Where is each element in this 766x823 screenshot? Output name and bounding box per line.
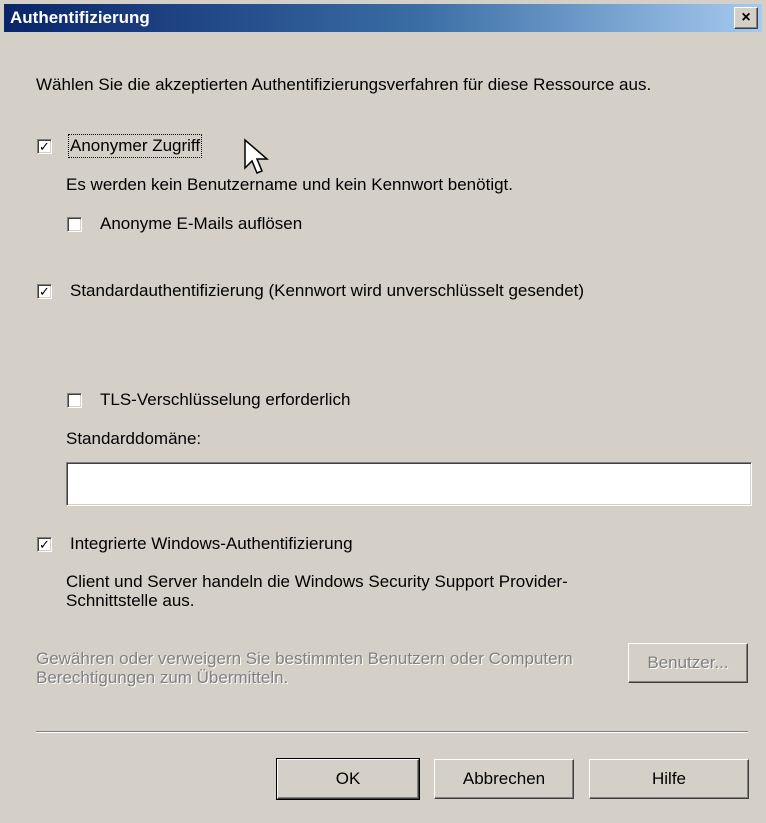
- close-icon: ×: [741, 9, 751, 26]
- authentication-dialog: Authentifizierung × Wählen Sie die akzep…: [0, 0, 766, 823]
- close-button[interactable]: ×: [734, 7, 758, 29]
- help-button[interactable]: Hilfe: [589, 759, 749, 799]
- separator: [36, 731, 748, 733]
- permissions-text: Gewähren oder verweigern Sie bestimmten …: [36, 649, 573, 687]
- dialog-title: Authentifizierung: [10, 8, 150, 27]
- basic-auth-label[interactable]: Standardauthentifizierung (Kennwort wird…: [70, 281, 584, 301]
- checkmark-icon: ✓: [39, 139, 50, 154]
- ok-button[interactable]: OK: [276, 758, 420, 800]
- default-domain-input[interactable]: [66, 462, 752, 506]
- title-bar[interactable]: Authentifizierung ×: [4, 4, 762, 32]
- arrow-cursor-icon: [244, 138, 270, 174]
- tls-required-label[interactable]: TLS-Verschlüsselung erforderlich: [100, 390, 350, 410]
- windows-auth-label[interactable]: Integrierte Windows-Authentifizierung: [70, 534, 353, 554]
- cancel-button[interactable]: Abbrechen: [434, 759, 574, 799]
- windows-auth-description: Client und Server handeln die Windows Se…: [66, 572, 568, 610]
- basic-auth-checkbox[interactable]: ✓: [37, 284, 52, 299]
- resolve-anonymous-emails-label[interactable]: Anonyme E-Mails auflösen: [100, 214, 302, 234]
- intro-text: Wählen Sie die akzeptierten Authentifizi…: [36, 75, 652, 94]
- windows-auth-checkbox[interactable]: ✓: [37, 537, 52, 552]
- anonymous-access-checkbox[interactable]: ✓: [37, 139, 52, 154]
- anonymous-access-label[interactable]: Anonymer Zugriff: [67, 134, 203, 158]
- users-button[interactable]: Benutzer...: [628, 643, 748, 683]
- resolve-anonymous-emails-checkbox[interactable]: [67, 217, 82, 232]
- checkmark-icon: ✓: [39, 537, 50, 552]
- anonymous-description: Es werden kein Benutzername und kein Ken…: [66, 175, 513, 194]
- checkmark-icon: ✓: [39, 284, 50, 299]
- tls-required-checkbox[interactable]: [67, 393, 82, 408]
- default-domain-label: Standarddomäne:: [66, 429, 202, 448]
